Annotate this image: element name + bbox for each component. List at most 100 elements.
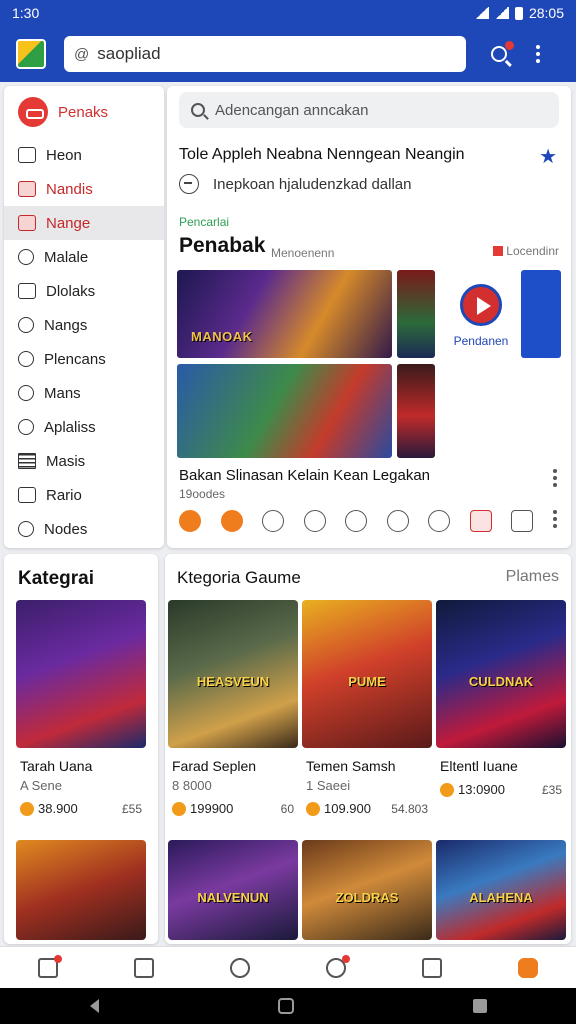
sidebar-item-masis[interactable]: Masis	[4, 444, 164, 478]
share-icon[interactable]	[345, 510, 368, 532]
star-icon[interactable]: ★	[539, 144, 557, 169]
sparkle-icon[interactable]	[262, 510, 285, 532]
game-card[interactable]: Tarah Uana A Sene 38.900 £55	[16, 600, 146, 820]
game-thumbnail[interactable]: NALVENUN	[168, 840, 298, 940]
section-link[interactable]: Locendinr	[493, 244, 559, 258]
sidebar-item-label: Nange	[46, 214, 91, 232]
sidebar-item-label: Malale	[44, 248, 89, 266]
recent-apps-icon[interactable]	[472, 999, 487, 1013]
game-banner-thumb[interactable]	[397, 270, 435, 358]
card-title[interactable]: Bakan Slinasan Kelain Kean Legakan	[179, 467, 430, 484]
folder-icon[interactable]	[422, 957, 442, 978]
thumb-title: NALVENUN	[197, 890, 269, 905]
sidebar-item-label: Mans	[44, 384, 81, 402]
game-thumbnail[interactable]: CULDNAK	[436, 600, 566, 748]
game-card[interactable]: PUME Temen Samsh 1 Saeei 109.900 54.803	[302, 600, 432, 820]
sidebar-item-nodes[interactable]: Nodes	[4, 512, 164, 546]
sidebar: Penaks Heon Nandis Nange Malale Dlolaks …	[4, 86, 164, 548]
games-see-all-link[interactable]: Plames	[506, 568, 559, 586]
game-name: Tarah Uana	[20, 758, 93, 774]
chat-icon[interactable]	[303, 510, 326, 532]
card-more-button[interactable]	[553, 469, 559, 487]
game-banner-image[interactable]: MANOAK	[177, 270, 392, 358]
game-thumbnail[interactable]: ZOLDRAS	[302, 840, 432, 940]
sidebar-item-label: Dlolaks	[46, 282, 96, 300]
more-icon[interactable]	[552, 510, 559, 532]
sidebar-item-nangs[interactable]: Nangs	[4, 308, 164, 342]
game-thumbnail[interactable]: ALAHENA	[436, 840, 566, 940]
back-icon[interactable]	[89, 999, 99, 1013]
feed-subline-text: Inepkoan hjaludenzkad dallan	[213, 175, 412, 193]
search-input[interactable]: @ saopliad	[64, 36, 466, 72]
edit-icon[interactable]	[326, 954, 350, 978]
game-card[interactable]: CULDNAK Eltentl Iuane 13:0900 £35	[436, 600, 566, 820]
game-thumbnail[interactable]	[16, 840, 146, 940]
game-thumbnail[interactable]: HEASVEUN	[168, 600, 298, 748]
game-card[interactable]: NALVENUN	[168, 840, 298, 940]
card-subtitle: 19oodes	[179, 487, 226, 501]
store-icon[interactable]	[518, 957, 538, 978]
sidebar-item-label: Rario	[46, 486, 82, 504]
chat-icon[interactable]	[134, 957, 154, 978]
sun-icon[interactable]	[220, 510, 243, 532]
price-row: 109.900 54.803	[302, 801, 432, 816]
sidebar-item-malale[interactable]: Malale	[4, 240, 164, 274]
game-card[interactable]: HEASVEUN Farad Seplen 8 8000 199900 60	[168, 600, 298, 820]
pin-icon	[18, 419, 34, 435]
sidebar-item-nange[interactable]: Nange	[4, 206, 164, 240]
game-card[interactable]	[16, 840, 146, 940]
clock-icon	[18, 521, 34, 537]
game-thumbnail[interactable]	[16, 600, 146, 748]
sidebar-header[interactable]: Penaks	[4, 86, 164, 138]
shield-icon	[18, 385, 34, 401]
status-right-text: 28:05	[528, 5, 564, 21]
mail-icon	[18, 215, 36, 231]
game-card[interactable]: ZOLDRAS	[302, 840, 432, 940]
section-title: Penabak	[179, 234, 266, 257]
game-thumbnail[interactable]: PUME	[302, 600, 432, 748]
sidebar-item-dlolaks[interactable]: Dlolaks	[4, 274, 164, 308]
coin-icon	[306, 801, 320, 816]
more-menu-button[interactable]	[524, 37, 552, 71]
play-icon	[460, 284, 502, 326]
price-row: 199900 60	[168, 801, 298, 816]
search-input-value: saopliad	[97, 44, 161, 63]
battery-icon	[514, 6, 523, 20]
thumb-title: HEASVEUN	[196, 674, 270, 689]
feed-headline[interactable]: Tole Appleh Neabna Nenngean Neangin	[179, 146, 465, 164]
sidebar-item-label: Aplaliss	[44, 418, 96, 436]
thumb-title: ZOLDRAS	[335, 890, 399, 905]
feed-search-input[interactable]: Adencangan anncakan	[179, 92, 559, 128]
game-card[interactable]: ALAHENA	[436, 840, 566, 940]
price-row: 38.900 £55	[16, 801, 146, 816]
feed-subline[interactable]: Inepkoan hjaludenzkad dallan	[179, 174, 412, 194]
avatar	[18, 97, 48, 127]
search-button[interactable]	[482, 37, 516, 71]
game-banner-thumb-2[interactable]	[397, 364, 435, 458]
home-icon[interactable]	[38, 954, 62, 978]
home-button-icon[interactable]	[277, 998, 294, 1014]
emoji-icon[interactable]	[179, 510, 201, 532]
coin-icon	[172, 801, 186, 816]
game-price: 13:0900	[458, 782, 505, 797]
game-banner-image-2[interactable]	[177, 364, 392, 458]
sidebar-item-nandis[interactable]: Nandis	[4, 172, 164, 206]
promo-button[interactable]: Pendanen	[443, 284, 519, 348]
app-logo[interactable]	[16, 39, 46, 69]
minus-circle-icon	[179, 174, 199, 194]
sidebar-item-aplaliss[interactable]: Aplaliss	[4, 410, 164, 444]
tag-icon	[18, 181, 36, 197]
game-banner-edge[interactable]	[521, 270, 561, 358]
banner-title: MANOAK	[191, 329, 253, 344]
profile-icon[interactable]	[230, 957, 250, 978]
sidebar-item-rario[interactable]: Rario	[4, 478, 164, 512]
smile-icon[interactable]	[428, 510, 451, 532]
trophy-icon[interactable]	[386, 510, 409, 532]
sidebar-item-plencans[interactable]: Plencans	[4, 342, 164, 376]
sidebar-item-mans[interactable]: Mans	[4, 376, 164, 410]
sidebar-item-home[interactable]: Heon	[4, 138, 164, 172]
gallery-icon[interactable]	[469, 510, 492, 532]
bookmark-icon[interactable]	[511, 510, 534, 532]
game-subtitle: A Sene	[20, 778, 62, 793]
heart-icon	[18, 249, 34, 265]
